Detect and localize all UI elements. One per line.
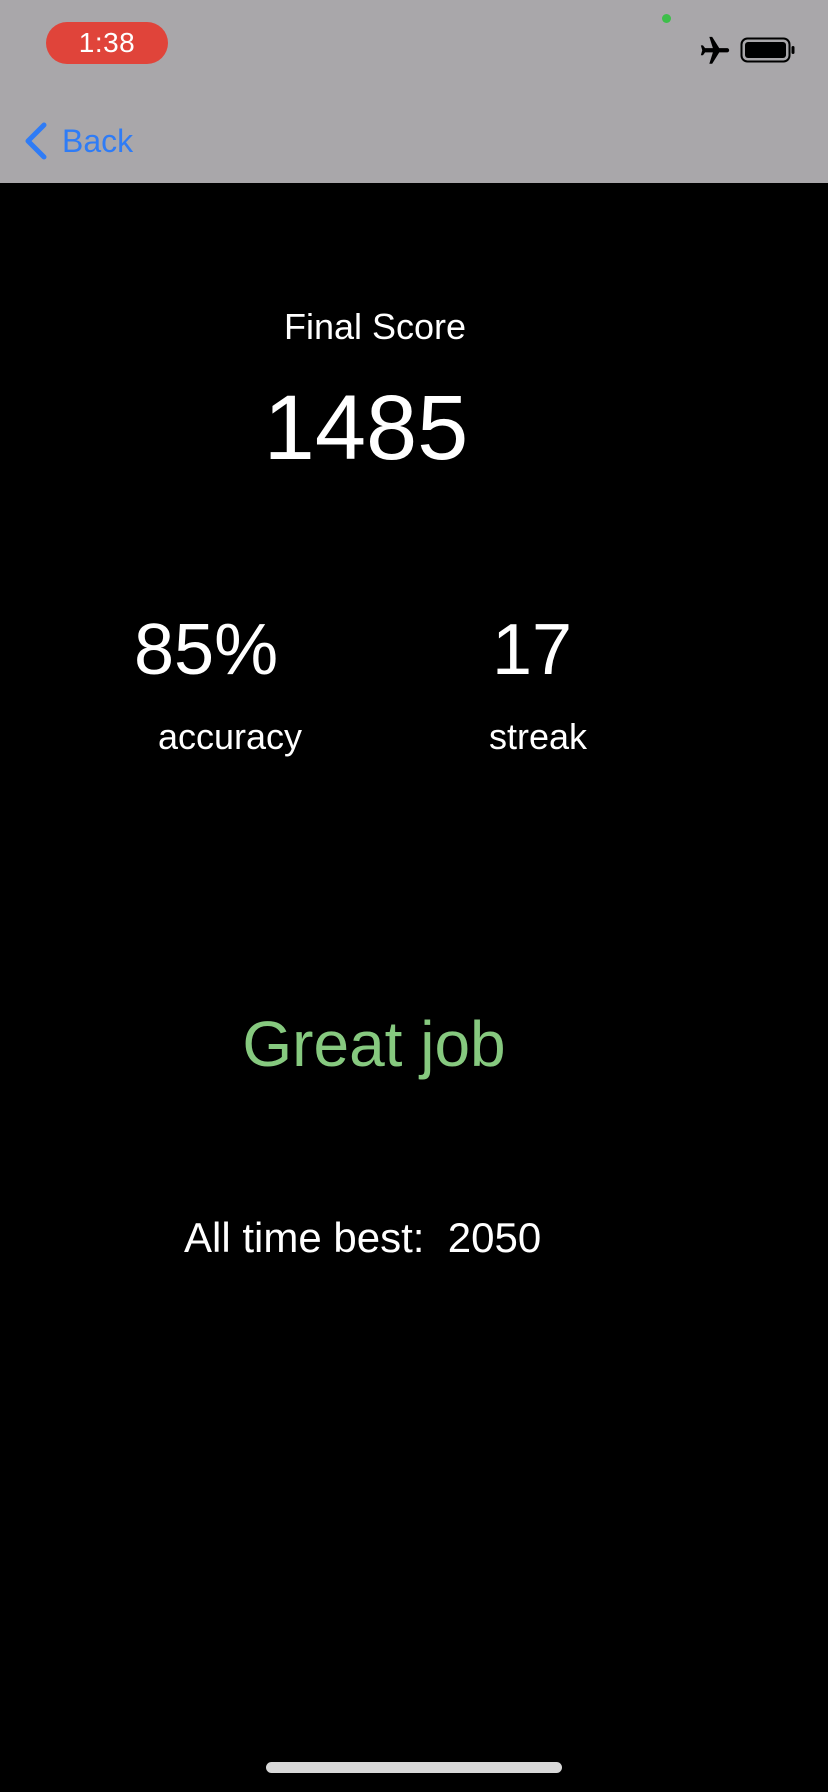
best-value: 2050 (447, 1214, 542, 1261)
final-score-value: 1485 (263, 377, 469, 479)
top-bar: 1:38 Back (0, 0, 828, 183)
back-label: Back (62, 123, 134, 159)
privacy-indicator-dot (662, 14, 671, 23)
status-time[interactable]: 1:38 (46, 22, 168, 64)
results-screen: 1:38 Back Final Score 1485 85% accuracy … (0, 0, 828, 1792)
all-time-best: All time best: 2050 (184, 1214, 541, 1262)
result-message: Great job (242, 1008, 506, 1080)
battery-icon (740, 37, 795, 63)
airplane-icon (700, 36, 730, 64)
best-label: All time best: (184, 1214, 425, 1261)
streak-value: 17 (492, 610, 573, 690)
accuracy-label: accuracy (158, 716, 303, 757)
streak-label: streak (489, 716, 588, 757)
final-score-label: Final Score (283, 306, 467, 347)
back-button[interactable]: Back (22, 118, 133, 164)
accuracy-value: 85% (134, 610, 279, 690)
home-indicator[interactable] (266, 1762, 562, 1773)
chevron-left-icon (25, 122, 47, 160)
